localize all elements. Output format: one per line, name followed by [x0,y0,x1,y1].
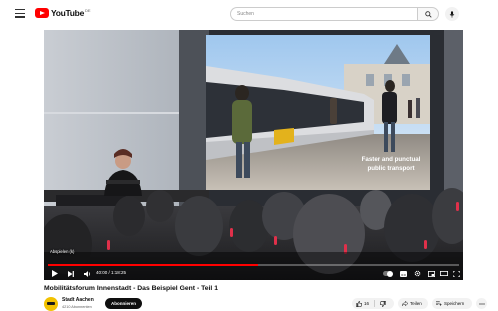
miniplayer-button[interactable] [426,267,436,280]
slide-caption-line2: public transport [367,165,414,172]
theater-icon [440,271,448,276]
menu-icon[interactable] [15,9,25,18]
save-button[interactable]: Speichern [432,298,472,309]
video-frame[interactable]: Faster and punctual public transport [44,30,463,280]
next-icon [68,270,74,277]
like-divider [374,300,375,307]
save-playlist-icon [436,301,442,306]
youtube-logo[interactable]: YouTube DE [35,8,91,18]
next-button[interactable] [66,267,76,280]
thumbs-down-icon [379,300,386,307]
play-icon [52,270,58,277]
miniplayer-icon [427,270,435,277]
search-icon [424,10,432,18]
play-tooltip: Abspielen (k) [50,249,75,254]
search-input[interactable]: Suchen [230,7,417,21]
like-button[interactable]: 16 [352,300,370,307]
channel-avatar[interactable] [44,297,58,311]
settings-button[interactable] [412,267,422,280]
channel-name[interactable]: Stadt Aachen [62,297,94,303]
fullscreen-button[interactable] [451,267,461,280]
fullscreen-icon [452,270,460,277]
slide-caption-line1: Faster and punctual [362,156,421,163]
top-bar: YouTube DE Suchen [0,0,498,28]
dislike-button[interactable] [379,300,386,307]
autoplay-switch [383,270,393,277]
youtube-play-icon [35,8,49,18]
progress-bar[interactable] [48,264,459,266]
like-count: 16 [364,301,370,306]
subscribe-button[interactable]: Abonnieren [105,298,142,309]
subscriber-count: 4210 Abonnenten [62,305,92,309]
player-controls: 40:00 / 1:18:25 [44,267,463,280]
logo-text: YouTube [51,8,84,18]
progress-fill [48,264,258,266]
video-title: Mobilitätsforum Innenstadt - Das Beispie… [44,285,218,292]
save-label: Speichern [444,301,465,306]
mic-icon [449,10,455,18]
like-dislike-group: 16 [352,298,394,309]
theater-mode-button[interactable] [439,267,449,280]
search-button[interactable] [417,7,439,21]
subtitles-button[interactable] [398,267,408,280]
more-actions-button[interactable] [476,298,487,309]
gear-icon [414,270,420,277]
autoplay-toggle[interactable] [380,267,396,280]
share-label: Teilen [410,301,422,306]
share-icon [402,301,408,306]
volume-icon [83,270,90,277]
video-player[interactable]: Faster and punctual public transport Abs… [44,30,463,280]
subtitles-icon [399,270,407,277]
volume-button[interactable] [82,267,92,280]
share-button[interactable]: Teilen [398,298,428,309]
play-button[interactable] [50,267,60,280]
more-icon [478,302,485,305]
voice-search-button[interactable] [445,7,459,21]
time-display: 40:00 / 1:18:25 [96,270,127,275]
thumbs-up-icon [356,300,362,307]
logo-country: DE [85,7,91,13]
